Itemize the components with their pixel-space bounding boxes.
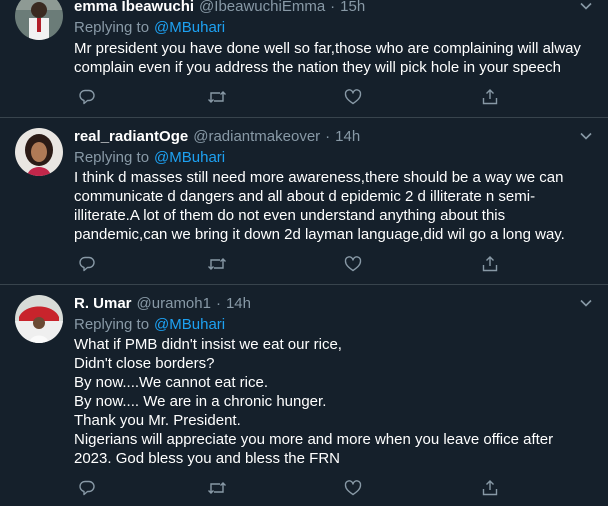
chevron-down-icon bbox=[580, 2, 592, 10]
reply-feed: emma Ibeawuchi @IbeawuchiEmma · 15h Repl… bbox=[0, 0, 608, 506]
tweet-text-line: What if PMB didn't insist we eat our ric… bbox=[74, 336, 342, 353]
retweet-button[interactable] bbox=[206, 477, 228, 499]
tweet[interactable]: emma Ibeawuchi @IbeawuchiEmma · 15h Repl… bbox=[0, 0, 608, 118]
replying-to: Replying to @MBuhari bbox=[74, 17, 225, 37]
timestamp[interactable]: 14h bbox=[335, 128, 360, 145]
separator-dot: · bbox=[330, 0, 336, 15]
tweet-text-line: communicate d dangers and all about d ep… bbox=[74, 188, 536, 205]
share-button[interactable] bbox=[479, 477, 501, 499]
timestamp[interactable]: 14h bbox=[226, 295, 251, 312]
tweet-text: What if PMB didn't insist we eat our ric… bbox=[74, 335, 574, 468]
timestamp[interactable]: 15h bbox=[340, 0, 365, 15]
separator-dot: · bbox=[215, 294, 221, 312]
tweet-text-line: Didn't close borders? bbox=[74, 355, 215, 372]
display-name[interactable]: real_radiantOge bbox=[74, 128, 188, 145]
avatar[interactable] bbox=[15, 128, 63, 176]
share-icon bbox=[482, 256, 498, 272]
user-handle[interactable]: @uramoh1 bbox=[137, 295, 211, 312]
tweet-header: R. Umar @uramoh1 · 14h bbox=[74, 293, 251, 313]
separator-dot: · bbox=[325, 127, 331, 145]
retweet-icon bbox=[208, 258, 226, 270]
like-button[interactable] bbox=[342, 86, 364, 108]
tweet-text-line: 2023. God bless you and bless the FRN bbox=[74, 450, 340, 467]
like-icon bbox=[344, 480, 362, 496]
user-handle[interactable]: @radiantmakeover bbox=[193, 128, 320, 145]
display-name[interactable]: R. Umar bbox=[74, 295, 132, 312]
tweet-text: Mr president you have done well so far,t… bbox=[74, 39, 581, 77]
like-icon bbox=[344, 89, 362, 105]
avatar[interactable] bbox=[15, 295, 63, 343]
like-icon bbox=[344, 256, 362, 272]
user-handle[interactable]: @IbeawuchiEmma bbox=[199, 0, 325, 15]
replying-to: Replying to @MBuhari bbox=[74, 147, 225, 167]
more-options-button[interactable] bbox=[576, 293, 596, 313]
reply-button[interactable] bbox=[76, 86, 98, 108]
reply-button[interactable] bbox=[76, 253, 98, 275]
share-button[interactable] bbox=[479, 253, 501, 275]
mention-link[interactable]: @MBuhari bbox=[154, 316, 225, 333]
tweet-text-line: I think d masses still need more awarene… bbox=[74, 169, 564, 186]
tweet-text-line: Nigerians will appreciate you more and m… bbox=[74, 431, 554, 448]
more-options-button[interactable] bbox=[576, 0, 596, 16]
like-button[interactable] bbox=[342, 477, 364, 499]
tweet[interactable]: real_radiantOge @radiantmakeover · 14h R… bbox=[0, 118, 608, 285]
tweet-text: I think d masses still need more awarene… bbox=[74, 168, 574, 244]
reply-button[interactable] bbox=[76, 477, 98, 499]
tweet-text-line: Thank you Mr. President. bbox=[74, 412, 241, 429]
mention-link[interactable]: @MBuhari bbox=[154, 149, 225, 166]
retweet-icon bbox=[208, 482, 226, 494]
retweet-button[interactable] bbox=[206, 253, 228, 275]
mention-link[interactable]: @MBuhari bbox=[154, 19, 225, 36]
tweet-text-line: By now.... We are in a chronic hunger. bbox=[74, 393, 327, 410]
like-button[interactable] bbox=[342, 253, 364, 275]
reply-icon bbox=[79, 89, 95, 105]
replying-to: Replying to @MBuhari bbox=[74, 314, 225, 334]
reply-icon bbox=[79, 256, 95, 272]
avatar[interactable] bbox=[15, 0, 63, 40]
replying-to-label: Replying to bbox=[74, 148, 150, 166]
more-options-button[interactable] bbox=[576, 126, 596, 146]
tweet-text-line: illiterate.A lot of them do not even und… bbox=[74, 207, 506, 224]
share-icon bbox=[482, 89, 498, 105]
retweet-icon bbox=[208, 91, 226, 103]
retweet-button[interactable] bbox=[206, 86, 228, 108]
reply-icon bbox=[79, 480, 95, 496]
replying-to-label: Replying to bbox=[74, 315, 150, 333]
tweet-actions bbox=[74, 253, 514, 275]
tweet-header: emma Ibeawuchi @IbeawuchiEmma · 15h bbox=[74, 0, 365, 16]
tweet[interactable]: R. Umar @uramoh1 · 14h Replying to @MBuh… bbox=[0, 285, 608, 506]
tweet-actions bbox=[74, 86, 514, 108]
tweet-text-line: complain even if you address the nation … bbox=[74, 59, 561, 76]
chevron-down-icon bbox=[580, 299, 592, 307]
tweet-text-line: By now....We cannot eat rice. bbox=[74, 374, 268, 391]
share-icon bbox=[482, 480, 498, 496]
tweet-text-line: pandemic,can we bring it down 2d layman … bbox=[74, 226, 565, 243]
tweet-actions bbox=[74, 477, 514, 499]
chevron-down-icon bbox=[580, 132, 592, 140]
replying-to-label: Replying to bbox=[74, 18, 150, 36]
tweet-text-line: Mr president you have done well so far,t… bbox=[74, 40, 581, 57]
share-button[interactable] bbox=[479, 86, 501, 108]
tweet-header: real_radiantOge @radiantmakeover · 14h bbox=[74, 126, 360, 146]
display-name[interactable]: emma Ibeawuchi bbox=[74, 0, 194, 15]
